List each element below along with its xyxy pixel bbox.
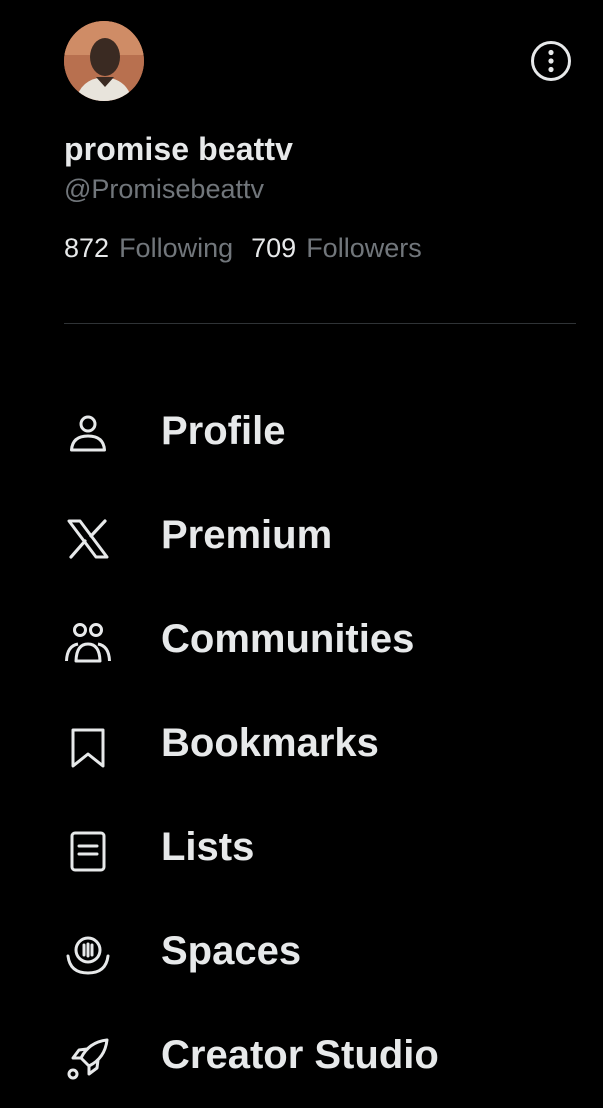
followers-link[interactable]: 709 Followers: [251, 233, 422, 264]
menu-item-label: Communities: [161, 617, 415, 661]
following-label: Following: [119, 233, 234, 263]
menu-item-label: Premium: [161, 513, 333, 557]
navigation-drawer: promise beattv @Promisebeattv 872 Follow…: [0, 0, 603, 1102]
menu-item-premium[interactable]: Premium: [0, 484, 603, 588]
list-icon: [63, 826, 113, 876]
communities-icon: [63, 618, 113, 668]
followers-label: Followers: [306, 233, 422, 263]
follow-stats: 872 Following 709 Followers: [64, 233, 422, 264]
person-icon: [63, 410, 113, 460]
following-count: 872: [64, 233, 110, 263]
spaces-icon: [63, 930, 113, 980]
menu-item-label: Profile: [161, 409, 286, 453]
menu-item-creator-studio[interactable]: Creator Studio: [0, 1004, 603, 1108]
divider: [64, 323, 576, 324]
menu-item-label: Bookmarks: [161, 721, 379, 765]
menu-item-profile[interactable]: Profile: [0, 380, 603, 484]
x-logo-icon: [63, 514, 113, 564]
more-options-button[interactable]: [530, 40, 572, 82]
menu-item-communities[interactable]: Communities: [0, 588, 603, 692]
display-name[interactable]: promise beattv: [64, 131, 293, 168]
menu-item-lists[interactable]: Lists: [0, 796, 603, 900]
avatar[interactable]: [64, 21, 144, 101]
menu-item-label: Spaces: [161, 929, 302, 973]
followers-count: 709: [251, 233, 297, 263]
following-link[interactable]: 872 Following: [64, 233, 233, 264]
menu-item-label: Creator Studio: [161, 1033, 439, 1077]
menu-item-spaces[interactable]: Spaces: [0, 900, 603, 1004]
menu-item-label: Lists: [161, 825, 255, 869]
menu-item-bookmarks[interactable]: Bookmarks: [0, 692, 603, 796]
bookmark-icon: [63, 722, 113, 772]
rocket-icon: [63, 1034, 113, 1084]
more-vertical-icon: [531, 41, 571, 81]
user-handle[interactable]: @Promisebeattv: [64, 174, 264, 205]
